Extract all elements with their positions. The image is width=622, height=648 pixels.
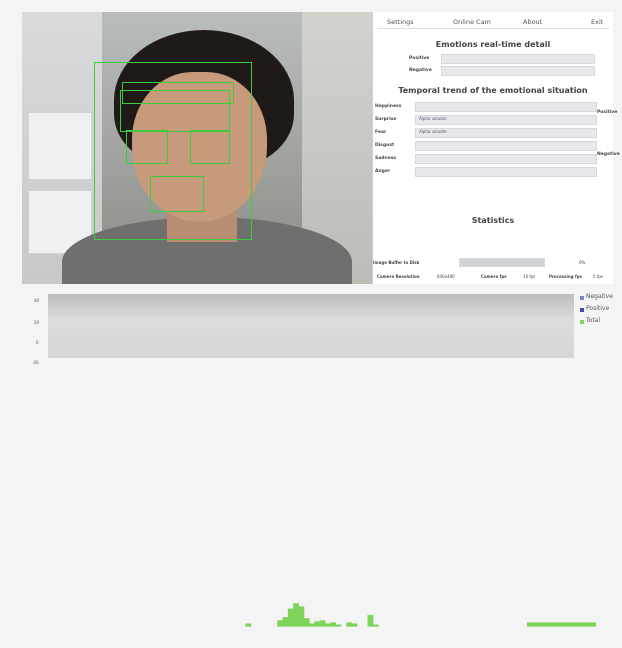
buffer-label: Image Buffer to Disk <box>373 260 420 265</box>
metric-label-resolution: Camera Resolution <box>377 274 420 279</box>
y-tick-0: 0 <box>36 340 39 345</box>
metric-value-processing: 5 fps <box>593 274 603 279</box>
plot-area <box>48 294 574 358</box>
trend-right-negative: Negative <box>597 152 620 157</box>
emotion-timeline-chart: 40 20 0 -20 <box>22 290 596 627</box>
metric-label-processing: Processing fps <box>549 274 582 279</box>
area-point-total <box>526 622 533 627</box>
buffer-progress <box>459 258 545 267</box>
legend-negative-swatch <box>580 296 584 300</box>
trend-bar-sadness <box>415 154 597 164</box>
area-point-total <box>580 622 586 627</box>
trend-bar-disgust <box>415 141 597 151</box>
area-point-total <box>303 618 310 627</box>
mouth-region-box <box>150 176 204 212</box>
realtime-label-negative: Negative <box>409 68 432 73</box>
legend-total-swatch <box>580 320 584 324</box>
area-point-total <box>553 622 560 627</box>
trend-label-happiness: Happiness <box>375 104 402 109</box>
area-point-total <box>309 623 315 627</box>
area-point-total <box>330 622 337 627</box>
realtime-title: Emotions real-time detail <box>435 40 551 49</box>
trend-label-surprise: Surprise <box>375 117 397 122</box>
metric-value-resolution: 640x480 <box>437 274 455 279</box>
area-point-total <box>558 622 565 627</box>
area-point-total <box>346 622 353 627</box>
area-point-total <box>574 622 581 627</box>
trend-pill-2: Alpha valuate <box>419 129 447 134</box>
legend-positive: Positive <box>586 305 610 312</box>
area-point-total <box>293 603 299 627</box>
area-point-total <box>367 614 374 627</box>
area-point-total <box>245 623 252 627</box>
metric-value-fps: 10 fps <box>523 274 536 279</box>
area-point-total <box>277 620 284 627</box>
legend-positive-swatch <box>580 308 584 312</box>
nav-divider <box>377 28 609 29</box>
trend-pill-1: Alpha valuate <box>419 116 447 121</box>
area-point-total <box>569 622 576 627</box>
chart-series-svg <box>245 603 596 627</box>
area-point-total <box>314 621 321 627</box>
buffer-value: 0% <box>579 260 586 265</box>
trend-title: Temporal trend of the emotional situatio… <box>398 86 588 95</box>
realtime-positive-bar <box>441 54 595 64</box>
legend-total: Total <box>586 317 601 324</box>
area-point-total <box>590 622 596 627</box>
area-point-total <box>351 623 358 627</box>
area-point-total <box>548 622 554 627</box>
y-tick-20: 20 <box>34 320 40 325</box>
legend-negative: Negative <box>586 293 613 300</box>
nav-settings[interactable]: Settings <box>387 18 414 26</box>
area-point-total <box>319 620 326 627</box>
area-point-total <box>372 624 379 627</box>
trend-bar-anger <box>415 167 597 177</box>
brows-region-box <box>122 82 234 104</box>
trend-right-positive: Positive <box>597 110 618 115</box>
trend-label-disgust: Disgust <box>375 143 395 148</box>
left-eye-box <box>126 130 168 164</box>
metric-label-fps: Camera fps <box>481 274 507 279</box>
trend-label-fear: Fear <box>375 130 387 135</box>
y-tick-40: 40 <box>34 298 40 303</box>
area-point-total <box>325 623 331 627</box>
nav-online-cam[interactable]: Online Cam <box>453 18 491 26</box>
series-total <box>245 603 596 627</box>
y-tick-neg20: -20 <box>32 360 39 365</box>
trend-label-sadness: Sadness <box>375 156 397 161</box>
area-point-total <box>298 606 305 627</box>
nav-about[interactable]: About <box>523 18 542 26</box>
area-point-total <box>537 622 544 627</box>
area-point-total <box>335 624 342 627</box>
realtime-negative-bar <box>441 66 595 76</box>
statistics-title: Statistics <box>471 216 515 225</box>
area-point-total <box>532 622 539 627</box>
area-point-total <box>542 622 549 627</box>
area-point-total <box>585 622 592 627</box>
nav-exit[interactable]: Exit <box>591 18 603 26</box>
control-panel: Settings Online Cam About Exit Emotions … <box>372 12 620 284</box>
area-point-total <box>287 608 294 627</box>
area-point-total <box>282 617 289 627</box>
camera-view <box>22 12 372 284</box>
realtime-label-positive: Positive <box>409 56 430 61</box>
right-eye-box <box>190 130 230 164</box>
trend-bar-happiness <box>415 102 597 112</box>
area-point-total <box>564 622 570 627</box>
wall-paper-1 <box>28 112 92 180</box>
trend-label-anger: Anger <box>375 169 391 174</box>
